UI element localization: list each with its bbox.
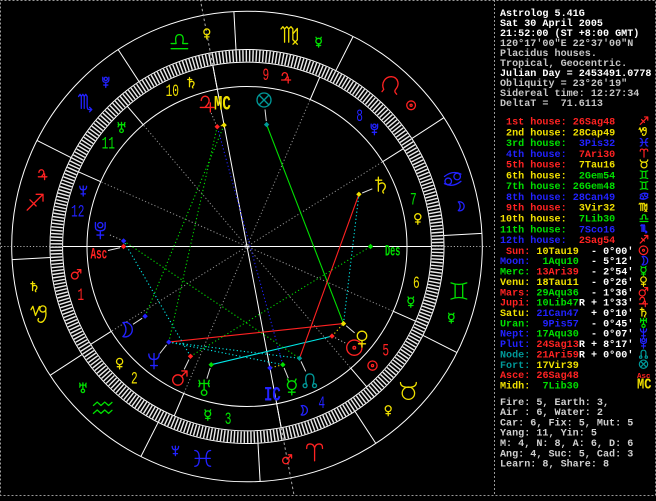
svg-text:7Tau16: 7Tau16 [573, 161, 615, 172]
svg-text:Merc:: Merc: [500, 268, 530, 279]
svg-text:MC: MC [214, 94, 231, 116]
svg-text:26Sag48: 26Sag48 [536, 371, 578, 382]
svg-text:6th house:: 6th house: [500, 170, 567, 182]
svg-text:5th house:: 5th house: [500, 160, 567, 172]
svg-text:8th house:: 8th house: [500, 192, 567, 204]
svg-text:21Ari59: 21Ari59 [536, 349, 578, 361]
svg-text:Plut:: Plut: [500, 339, 530, 351]
svg-text:- 0°26': - 0°26' [591, 277, 633, 289]
svg-text:29Aqu36: 29Aqu36 [536, 288, 578, 299]
svg-text:Des: Des [385, 243, 400, 260]
svg-text:26Sag48: 26Sag48 [573, 118, 615, 129]
svg-text:3rd house:: 3rd house: [500, 138, 567, 150]
svg-text:- 1°36': - 1°36' [591, 287, 633, 299]
svg-text:28Can49: 28Can49 [573, 193, 615, 204]
svg-text:Yang: 11, Yin: 5: Yang: 11, Yin: 5 [500, 428, 597, 440]
svg-text:21Can47: 21Can47 [536, 309, 578, 320]
svg-text:MC: MC [637, 377, 651, 394]
svg-text:2Sag54: 2Sag54 [573, 236, 615, 247]
svg-text:8: 8 [356, 108, 363, 127]
svg-text:28Cap49: 28Cap49 [573, 128, 615, 139]
svg-text:1st house:: 1st house: [500, 117, 567, 129]
svg-text:9Pis57: 9Pis57 [536, 318, 578, 330]
svg-text:Node:: Node: [500, 349, 530, 361]
svg-text:3: 3 [225, 411, 232, 430]
svg-text:+ 0°10': + 0°10' [591, 308, 633, 320]
svg-text:5: 5 [382, 342, 389, 361]
svg-text:1Aqu10: 1Aqu10 [536, 257, 578, 268]
svg-text:- 0°07': - 0°07' [591, 329, 633, 341]
svg-text:Moon:: Moon: [500, 257, 530, 268]
svg-text:- 5°12': - 5°12' [591, 256, 633, 268]
svg-text:IC: IC [264, 385, 281, 407]
svg-text:26Gem48: 26Gem48 [573, 182, 615, 193]
svg-text:2: 2 [131, 370, 138, 389]
svg-text:10Lib47: 10Lib47 [536, 298, 578, 310]
svg-text:7Lib30: 7Lib30 [536, 381, 578, 393]
svg-text:1: 1 [77, 287, 84, 306]
svg-text:+ 0°00': + 0°00' [591, 349, 633, 361]
svg-text:Learn: 8, Share: 8: Learn: 8, Share: 8 [500, 459, 609, 471]
svg-text:+ 8°17': + 8°17' [591, 339, 633, 351]
svg-text:17Aqu30: 17Aqu30 [536, 330, 578, 341]
svg-text:Ang: 4, Suc: 5, Cad: 3: Ang: 4, Suc: 5, Cad: 3 [500, 448, 633, 460]
svg-text:R: R [579, 350, 586, 361]
svg-text:12th house:: 12th house: [500, 235, 567, 247]
svg-text:7Sco16: 7Sco16 [573, 225, 615, 236]
svg-text:Nept:: Nept: [500, 330, 530, 341]
svg-text:10th house:: 10th house: [500, 214, 567, 226]
svg-text:Air : 6, Water: 2: Air : 6, Water: 2 [500, 407, 603, 419]
svg-text:2nd house:: 2nd house: [500, 127, 567, 139]
svg-text:12: 12 [71, 203, 84, 222]
svg-text:DeltaT = 71.6113: DeltaT = 71.6113 [500, 98, 603, 110]
svg-text:Jupi:: Jupi: [500, 298, 530, 310]
svg-text:10: 10 [166, 83, 179, 102]
svg-text:7: 7 [410, 191, 417, 210]
svg-text:Midh:: Midh: [500, 381, 530, 393]
svg-text:17Vir39: 17Vir39 [536, 360, 578, 372]
svg-text:3Vir32: 3Vir32 [573, 203, 615, 215]
svg-text:4: 4 [318, 395, 325, 414]
svg-text:+ 1°33': + 1°33' [591, 298, 633, 310]
svg-text:11th house:: 11th house: [500, 224, 567, 236]
svg-text:9: 9 [263, 67, 270, 86]
svg-text:11: 11 [102, 136, 115, 155]
svg-text:- 0°45': - 0°45' [591, 318, 633, 330]
svg-text:Car: 6, Fix: 5, Mut: 5: Car: 6, Fix: 5, Mut: 5 [500, 417, 633, 429]
svg-text:7th house:: 7th house: [500, 181, 567, 193]
svg-text:6: 6 [413, 275, 420, 294]
svg-text:7Ari30: 7Ari30 [573, 149, 615, 161]
svg-text:Satu:: Satu: [500, 309, 530, 320]
svg-text:4th house:: 4th house: [500, 149, 567, 161]
svg-text:- 2°54': - 2°54' [591, 267, 633, 279]
svg-text:2Gem54: 2Gem54 [573, 171, 615, 182]
svg-text:Asc: Asc [91, 245, 108, 263]
svg-text:3Pis32: 3Pis32 [573, 138, 615, 150]
svg-text:R: R [579, 299, 586, 310]
svg-text:9th house:: 9th house: [500, 203, 567, 215]
svg-text:- 0°00': - 0°00' [591, 246, 633, 258]
svg-text:Fire: 5, Earth: 3,: Fire: 5, Earth: 3, [500, 397, 609, 409]
svg-text:7Lib30: 7Lib30 [573, 214, 615, 226]
svg-text:Asce:: Asce: [500, 371, 530, 382]
svg-text:Mars:: Mars: [500, 288, 530, 299]
svg-text:13Ari39: 13Ari39 [536, 267, 578, 279]
